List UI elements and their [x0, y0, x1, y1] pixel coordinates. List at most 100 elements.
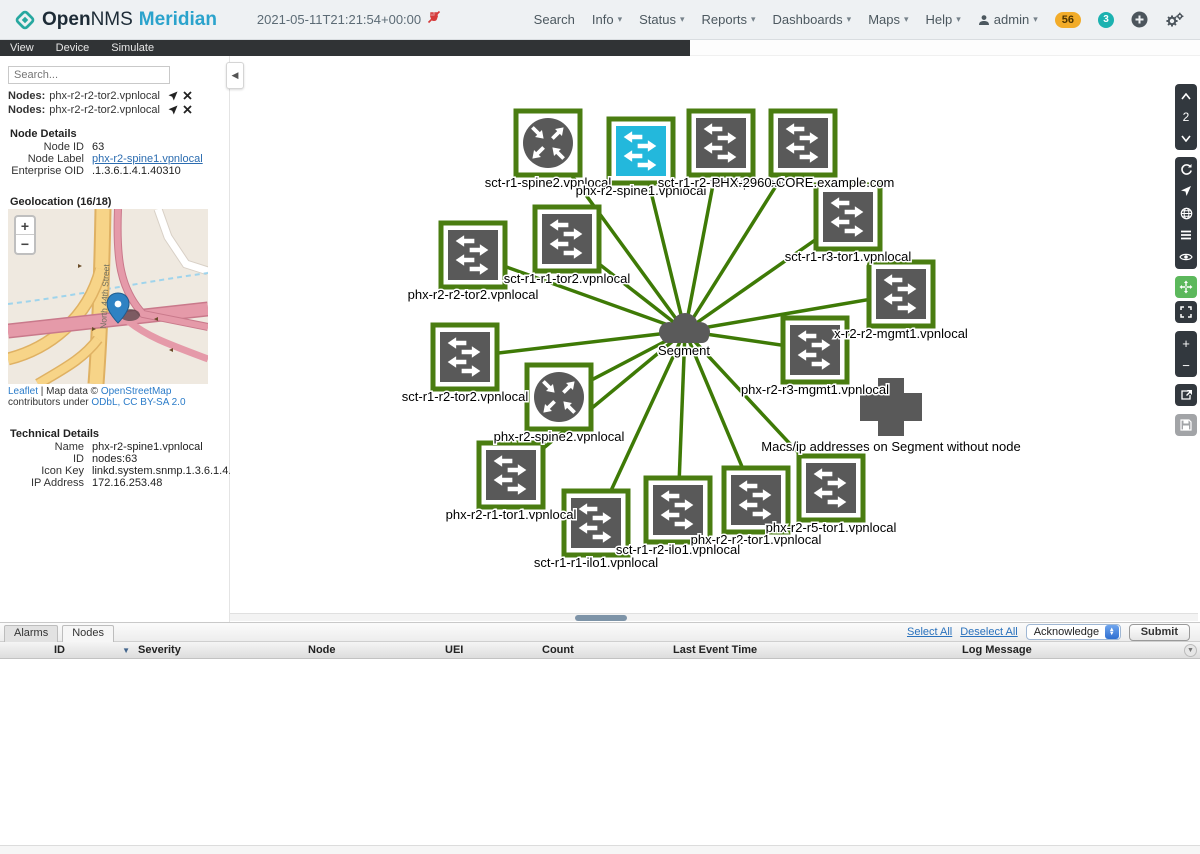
menubar-item-device[interactable]: Device: [56, 42, 90, 54]
nav-item-search[interactable]: Search: [534, 12, 575, 27]
sidebar-collapse-button[interactable]: ◀: [226, 62, 244, 89]
topology-node-sct-r1-r1-tor2-vpnlocal[interactable]: [535, 207, 599, 271]
geolocation-map[interactable]: North 44th Street + −: [8, 209, 208, 384]
menubar-item-simulate[interactable]: Simulate: [111, 42, 154, 54]
segment-label: Segment: [658, 343, 710, 358]
eye-icon: [1179, 252, 1193, 262]
alarm-table-body: [0, 659, 1200, 846]
column-header-count[interactable]: Count: [538, 642, 669, 658]
topology-node-phx-2960-core-example-com[interactable]: [771, 111, 835, 175]
users-badge[interactable]: 3: [1098, 12, 1114, 28]
nav-item-dashboards[interactable]: Dashboards▾: [773, 12, 852, 27]
topology-node-phx-r2-spine1-vpnlocal[interactable]: [609, 119, 673, 183]
detail-value-link[interactable]: phx-r2-spine1.vpnlocal: [92, 153, 203, 165]
detail-row: Enterprise OID.1.3.6.1.4.1.40310: [0, 165, 225, 177]
nav-item-maps[interactable]: Maps▾: [868, 12, 908, 27]
detail-value: nodes:63: [92, 453, 137, 465]
alarm-action-select[interactable]: Acknowledge ▲▼: [1026, 624, 1121, 640]
leaflet-link[interactable]: Leaflet: [8, 386, 38, 397]
search-input[interactable]: [8, 66, 170, 84]
topology-node-x-r2-r2-mgmt1-vpnlocal[interactable]: [869, 262, 933, 326]
notices-badge[interactable]: 56: [1055, 12, 1081, 28]
detail-row: Node Labelphx-r2-spine1.vpnlocal: [0, 153, 225, 165]
auto-refresh-off-icon: [427, 10, 441, 29]
deselect-all-link[interactable]: Deselect All: [960, 626, 1017, 638]
tab-alarms[interactable]: Alarms: [4, 625, 58, 642]
column-header-uei[interactable]: UEI: [441, 642, 538, 658]
map-horizontal-scrollbar: [230, 613, 1198, 621]
map-zoom-out-button[interactable]: −: [16, 235, 34, 253]
detail-label: Node ID: [0, 141, 92, 153]
focus-prefix: Nodes:: [8, 90, 45, 102]
submit-button[interactable]: Submit: [1129, 624, 1190, 641]
quick-add-button[interactable]: [1131, 11, 1148, 28]
szl-level: 2: [1175, 107, 1197, 127]
map-scrollbar-thumb[interactable]: [575, 615, 627, 621]
topology-node-sct-r1-r2-tor1-vpnlocal[interactable]: [689, 111, 753, 175]
openstreetmap-link[interactable]: OpenStreetMap: [101, 386, 172, 397]
user-menu[interactable]: admin ▾: [978, 12, 1038, 27]
topology-node-phx-r2-r1-tor1-vpnlocal[interactable]: [479, 443, 543, 507]
show-entire-map-button[interactable]: [1175, 202, 1197, 224]
brand[interactable]: OpenNMS Meridian: [14, 9, 217, 31]
refresh-button[interactable]: [1175, 158, 1197, 180]
chevron-down-icon: ▾: [904, 14, 909, 25]
license-link[interactable]: ODbL, CC BY-SA 2.0: [91, 397, 185, 408]
column-header-id[interactable]: ID▼: [50, 642, 134, 658]
topology-node-sct-r1-r2-tor2-vpnlocal[interactable]: [433, 325, 497, 389]
map-zoom-in-button[interactable]: +: [16, 217, 34, 235]
technical-details-title: Technical Details: [10, 428, 99, 440]
topology-node-phx-r2-spine2-vpnlocal[interactable]: [527, 365, 591, 429]
detail-row: Node ID63: [0, 141, 225, 153]
semantic-zoom-control: 2: [1175, 84, 1197, 150]
detail-value: 172.16.253.48: [92, 477, 162, 489]
map-zoom-control: + −: [14, 215, 36, 255]
szl-down-button[interactable]: [1175, 127, 1197, 149]
zoom-out-button[interactable]: −: [1175, 354, 1197, 376]
pan-mode-button[interactable]: [1175, 276, 1197, 298]
center-on-node-icon[interactable]: [168, 91, 178, 101]
column-header-node[interactable]: Node: [304, 642, 441, 658]
zoom-in-button[interactable]: +: [1175, 332, 1197, 354]
fit-to-screen-button[interactable]: [1175, 301, 1197, 323]
topology-node-sct-r1-spine2-vpnlocal[interactable]: [516, 111, 580, 175]
column-header-log-message[interactable]: Log Message: [958, 642, 1200, 658]
detail-row: IDnodes:63: [0, 453, 228, 465]
tab-nodes[interactable]: Nodes: [62, 625, 114, 642]
column-header-severity[interactable]: Severity: [134, 642, 304, 658]
sort-desc-icon: ▼: [122, 646, 130, 655]
topology-node-phx-r2-r5-tor1-vpnlocal[interactable]: [799, 456, 863, 520]
center-view-button[interactable]: [1175, 180, 1197, 202]
topology-node-label: sct-r1-r2-tor2.vpnlocal: [402, 389, 529, 404]
center-on-node-icon[interactable]: [168, 105, 178, 115]
column-header-last-event-time[interactable]: Last Event Time: [669, 642, 958, 658]
remove-from-focus-icon[interactable]: [183, 105, 192, 114]
focus-node-row: Nodes:phx-r2-r2-tor2.vpnlocal: [8, 89, 222, 102]
select-all-link[interactable]: Select All: [907, 626, 952, 638]
share-button[interactable]: [1175, 384, 1197, 406]
topology-node-label: x-r2-r2-mgmt1.vpnlocal: [834, 326, 968, 341]
save-layout-button[interactable]: [1175, 414, 1197, 436]
nav-item-help[interactable]: Help▾: [926, 12, 961, 27]
detail-label: Enterprise OID: [0, 165, 92, 177]
topology-node-label: sct-r1-r1-ilo1.vpnlocal: [534, 555, 658, 570]
column-settings-button[interactable]: ▼: [1184, 644, 1197, 657]
detail-value: phx-r2-spine1.vpnlocal: [92, 441, 203, 453]
move-icon: [1179, 280, 1193, 294]
menubar-item-view[interactable]: View: [10, 42, 34, 54]
topology-canvas[interactable]: ◀ sct-r1-spine2.vpnlocalphx-r2-spine1.vp…: [230, 56, 1200, 622]
settings-button[interactable]: [1165, 12, 1184, 28]
highlight-focus-button[interactable]: [1175, 246, 1197, 268]
szl-up-button[interactable]: [1175, 85, 1197, 107]
detail-row: Namephx-r2-spine1.vpnlocal: [0, 441, 228, 453]
topology-node-sct-r1-r3-tor1-vpnlocal[interactable]: [816, 185, 880, 249]
layers-button[interactable]: [1175, 224, 1197, 246]
topology-node-label: phx-r2-r3-mgmt1.vpnlocal: [741, 382, 889, 397]
topology-node-phx-r2-r2-tor2-vpnlocal[interactable]: [441, 223, 505, 287]
remove-from-focus-icon[interactable]: [183, 91, 192, 100]
detail-row: IP Address172.16.253.48: [0, 477, 228, 489]
nav-item-info[interactable]: Info▾: [592, 12, 622, 27]
nav-item-reports[interactable]: Reports▾: [701, 12, 755, 27]
chevron-down-icon: ▾: [956, 14, 961, 25]
nav-item-status[interactable]: Status▾: [639, 12, 684, 27]
